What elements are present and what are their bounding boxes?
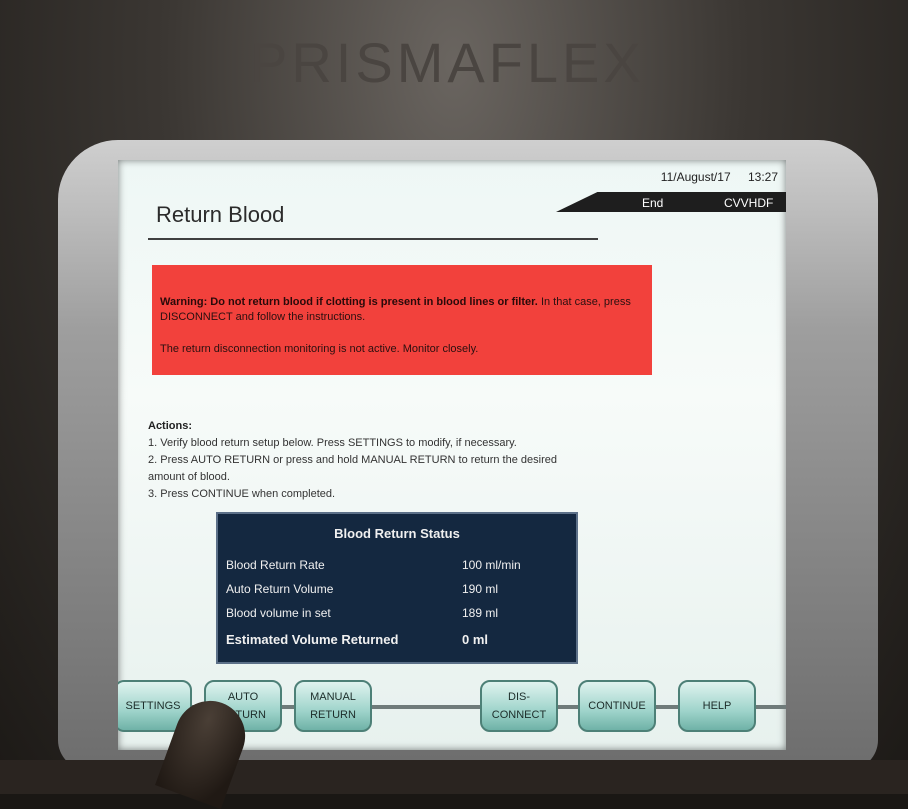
status-label: Blood Return Rate [226, 558, 325, 572]
device-base [0, 760, 908, 794]
status-value: 0 ml [462, 632, 489, 647]
device-brand-logo: PRISMAFLEX [250, 31, 645, 94]
continue-button-label: CONTINUE [588, 700, 646, 712]
status-label: Auto Return Volume [226, 582, 334, 596]
help-button-label: HELP [702, 700, 732, 712]
warning-text-1: Warning: Do not return blood if clotting… [160, 295, 650, 325]
action-step-1: 1. Verify blood return setup below. Pres… [148, 437, 517, 449]
disconnect-label-1: DIS- [508, 691, 530, 703]
status-label: Estimated Volume Returned [226, 632, 399, 647]
actions-heading: Actions: [148, 420, 192, 432]
time-text: 13:27 [747, 170, 778, 184]
manual-return-label-2: RETURN [310, 709, 356, 721]
action-step-3: 3. Press CONTINUE when completed. [148, 488, 336, 500]
status-label: Blood volume in set [226, 606, 331, 620]
status-value: 189 ml [462, 606, 499, 620]
status-value: 100 ml/min [462, 558, 521, 572]
actions-instructions: Actions: 1. Verify blood return setup be… [148, 418, 668, 503]
settings-button-label: SETTINGS [125, 700, 181, 712]
date-text: 11/August/17 [660, 170, 731, 184]
blood-return-status-panel: Blood Return Status Blood Return Rate 10… [216, 512, 578, 664]
touch-screen: 11/August/17 13:27 End CVVHDF Return Blo… [118, 160, 786, 750]
help-button[interactable]: HELP [678, 680, 756, 732]
manual-return-button[interactable]: MANUAL RETURN [294, 680, 372, 732]
title-divider [148, 238, 598, 240]
manual-return-label-1: MANUAL [310, 691, 356, 703]
auto-return-label-1: AUTO [227, 691, 259, 703]
continue-button[interactable]: CONTINUE [578, 680, 656, 732]
mode-bar: End CVVHDF [556, 192, 786, 212]
phase-label: End [642, 196, 664, 210]
action-step-2b: amount of blood. [148, 471, 230, 483]
status-value: 190 ml [462, 582, 499, 596]
page-title: Return Blood [156, 202, 285, 227]
device-frame: PRISMAFLEX 11/August/17 13:27 End CVVHDF… [0, 0, 908, 809]
disconnect-button[interactable]: DIS- CONNECT [480, 680, 558, 732]
therapy-label: CVVHDF [724, 196, 774, 210]
action-step-2a: 2. Press AUTO RETURN or press and hold M… [148, 454, 557, 466]
warning-text-2: The return disconnection monitoring is n… [160, 343, 479, 355]
warning-bold-text: Warning: Do not return blood if clotting… [160, 296, 538, 308]
status-title: Blood Return Status [334, 526, 460, 541]
disconnect-label-2: CONNECT [491, 709, 547, 721]
date-time: 11/August/17 13:27 [588, 170, 778, 184]
warning-banner: Warning: Do not return blood if clotting… [152, 265, 652, 375]
